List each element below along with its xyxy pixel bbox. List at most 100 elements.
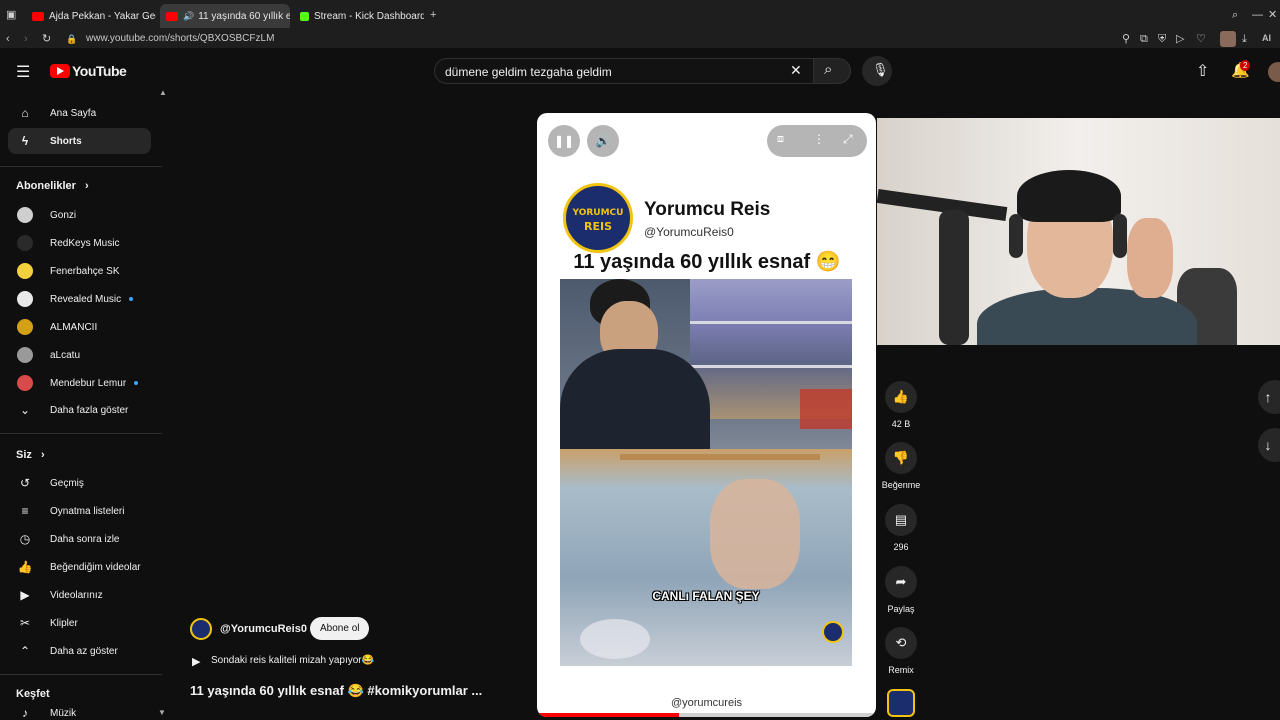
download-icon[interactable]: ⤓ bbox=[1242, 31, 1247, 47]
sidebar-subscription-item[interactable]: RedKeys Music bbox=[8, 230, 151, 256]
home-icon: ⌂ bbox=[21, 106, 29, 120]
sidebar-subscription-item[interactable]: Gonzi bbox=[8, 202, 151, 228]
show-more-button[interactable]: ⌄ Daha fazla göster bbox=[8, 397, 151, 423]
close-window-icon[interactable]: ✕ bbox=[1268, 7, 1277, 23]
watch-later-icon: ◷ bbox=[19, 532, 31, 546]
sidebar-item-label: Gonzi bbox=[50, 209, 77, 221]
shield-icon[interactable]: ⛨ bbox=[1158, 31, 1166, 47]
sidebar-subscription-item[interactable]: Mendebur Lemur bbox=[8, 370, 151, 396]
you-heading[interactable]: Siz › bbox=[16, 449, 45, 461]
youtube-favicon-icon bbox=[32, 11, 44, 21]
play-icon[interactable]: ▷ bbox=[1176, 31, 1184, 47]
forward-icon[interactable]: › bbox=[24, 31, 28, 47]
chevron-down-icon: ⌄ bbox=[19, 403, 31, 417]
comment-icon[interactable]: ▤ bbox=[885, 504, 917, 536]
back-icon[interactable]: ‹ bbox=[6, 31, 10, 47]
sidebar-subscription-item[interactable]: Fenerbahçe SK bbox=[8, 258, 151, 284]
profile-avatar[interactable] bbox=[1220, 31, 1236, 47]
remix-action[interactable]: ⟲ Remix bbox=[884, 627, 918, 675]
explore-heading: Keşfet bbox=[16, 688, 50, 700]
share-icon[interactable]: ➦ bbox=[885, 566, 917, 598]
sidebar-item-label: Beğendiğim videolar bbox=[50, 561, 141, 573]
channel-avatar bbox=[17, 375, 33, 391]
channel-avatar[interactable] bbox=[190, 618, 212, 640]
youtube-logo-icon[interactable] bbox=[50, 64, 70, 78]
minimize-icon[interactable]: — bbox=[1252, 7, 1263, 23]
sidebar-item-clips[interactable]: ✂ Klipler bbox=[8, 610, 151, 636]
sidebar-item-label: Geçmiş bbox=[50, 477, 84, 489]
youtube-logo-text[interactable]: YouTube bbox=[72, 63, 127, 79]
like-action[interactable]: 👍 42 B bbox=[884, 381, 918, 429]
blurred-hand bbox=[710, 479, 800, 589]
browser-tab-1[interactable]: Ajda Pekkan - Yakar Geçe bbox=[26, 4, 156, 28]
browser-tab-2-active[interactable]: 🔊 11 yaşında 60 yıllık es bbox=[160, 4, 290, 28]
share-action[interactable]: ➦ Paylaş bbox=[884, 566, 918, 614]
sidebar-subscription-item[interactable]: Revealed Music bbox=[8, 286, 151, 312]
like-icon[interactable]: 👍 bbox=[885, 381, 917, 413]
account-avatar[interactable] bbox=[1268, 62, 1280, 82]
sidebar-item-label: Videolarınız bbox=[50, 589, 103, 601]
sidebar-item-shorts[interactable]: ϟ Shorts bbox=[8, 128, 151, 154]
sidebar-item-home[interactable]: ⌂ Ana Sayfa bbox=[8, 100, 151, 126]
sidebar-item-watch-later[interactable]: ◷ Daha sonra izle bbox=[8, 526, 151, 552]
sidebar-item-label: Daha fazla göster bbox=[50, 404, 129, 416]
sidebar-item-your-videos[interactable]: ▶ Videolarınız bbox=[8, 582, 151, 608]
chevron-up-icon: ⌃ bbox=[19, 644, 31, 658]
new-content-dot bbox=[129, 297, 134, 301]
tab-title: Stream - Kick Dashboard bbox=[314, 10, 424, 22]
subscribe-button[interactable]: Abone ol bbox=[310, 617, 370, 640]
sound-thumbnail[interactable] bbox=[887, 689, 915, 717]
video-title[interactable]: 11 yaşında 60 yıllık esnaf 😂 #komikyorum… bbox=[190, 683, 482, 699]
reload-icon[interactable]: ↻ bbox=[42, 31, 51, 47]
comment-count: 296 bbox=[893, 542, 909, 552]
sidebar-divider bbox=[0, 433, 162, 434]
ai-extension-label[interactable]: AI bbox=[1262, 33, 1271, 43]
subscriptions-heading[interactable]: Abonelikler › bbox=[16, 180, 89, 192]
sidebar-item-playlists[interactable]: ≡ Oynatma listeleri bbox=[8, 498, 151, 524]
sidebar-item-label: Fenerbahçe SK bbox=[50, 265, 120, 277]
menu-icon[interactable]: ☰ bbox=[16, 62, 30, 82]
channel-handle-link[interactable]: @YorumcuReis0 bbox=[220, 623, 307, 635]
pause-button[interactable]: ❚❚ bbox=[548, 125, 580, 157]
voice-search-button[interactable]: 🎙 bbox=[862, 56, 892, 86]
sidebar-item-label: Daha az göster bbox=[50, 645, 118, 657]
search-tabs-icon[interactable]: ⌕ bbox=[1232, 7, 1238, 23]
next-short-button[interactable]: ↓ bbox=[1258, 428, 1280, 462]
scroll-down-icon[interactable]: ▼ bbox=[158, 708, 166, 717]
url-field[interactable]: www.youtube.com/shorts/QBXOSBCFzLM bbox=[86, 33, 274, 44]
fullscreen-icon[interactable]: ⤢ bbox=[843, 132, 853, 147]
progress-fill bbox=[537, 713, 680, 717]
dislike-icon[interactable]: 👎 bbox=[885, 442, 917, 474]
scroll-up-icon[interactable]: ▲ bbox=[159, 88, 167, 97]
browser-tab-3[interactable]: Stream - Kick Dashboard bbox=[294, 4, 424, 28]
sidebar-item-music[interactable]: ♪ Müzik bbox=[8, 706, 151, 720]
search-button[interactable]: ⌕ bbox=[813, 58, 851, 84]
channel-avatar bbox=[17, 263, 33, 279]
sidebar-item-history[interactable]: ↺ Geçmiş bbox=[8, 470, 151, 496]
remix-icon[interactable]: ⟲ bbox=[885, 627, 917, 659]
sidebar-subscription-item[interactable]: ALMANCII bbox=[8, 314, 151, 340]
dislike-action[interactable]: 👎 Beğenme bbox=[882, 442, 920, 490]
short-video-player[interactable]: YORUMCU REIS Yorumcu Reis @YorumcuReis0 … bbox=[537, 113, 876, 717]
like-count: 42 B bbox=[891, 419, 911, 429]
previous-short-button[interactable]: ↑ bbox=[1258, 380, 1280, 414]
screenshot-icon[interactable]: ⧉ bbox=[1140, 31, 1148, 47]
tab-menu-icon[interactable]: ▣ bbox=[6, 7, 16, 23]
volume-button[interactable]: 🔊 bbox=[587, 125, 619, 157]
upload-icon[interactable]: ⇧ bbox=[1196, 61, 1209, 81]
comments-action[interactable]: ▤ 296 bbox=[884, 504, 918, 552]
sidebar-item-label: Revealed Music bbox=[50, 293, 122, 305]
more-options-icon[interactable]: ⋮ bbox=[813, 132, 825, 146]
sidebar-subscription-item[interactable]: aLcatu bbox=[8, 342, 151, 368]
sidebar-item-liked[interactable]: 👍 Beğendiğim videolar bbox=[8, 554, 151, 580]
new-tab-button[interactable]: + bbox=[430, 7, 436, 23]
heart-icon[interactable]: ♡ bbox=[1196, 31, 1206, 47]
search-input[interactable]: dümene geldim tezgaha geldim bbox=[434, 58, 816, 84]
pin-icon[interactable]: ⚲ bbox=[1122, 31, 1130, 47]
show-less-button[interactable]: ⌃ Daha az göster bbox=[8, 638, 151, 664]
captions-icon[interactable]: ⧈ bbox=[777, 133, 784, 146]
clear-search-icon[interactable]: ✕ bbox=[790, 62, 802, 79]
video-description[interactable]: Sondaki reis kaliteli mizah yapıyor😂 bbox=[211, 655, 374, 666]
progress-track[interactable] bbox=[537, 713, 876, 717]
clips-icon: ✂ bbox=[19, 616, 31, 630]
